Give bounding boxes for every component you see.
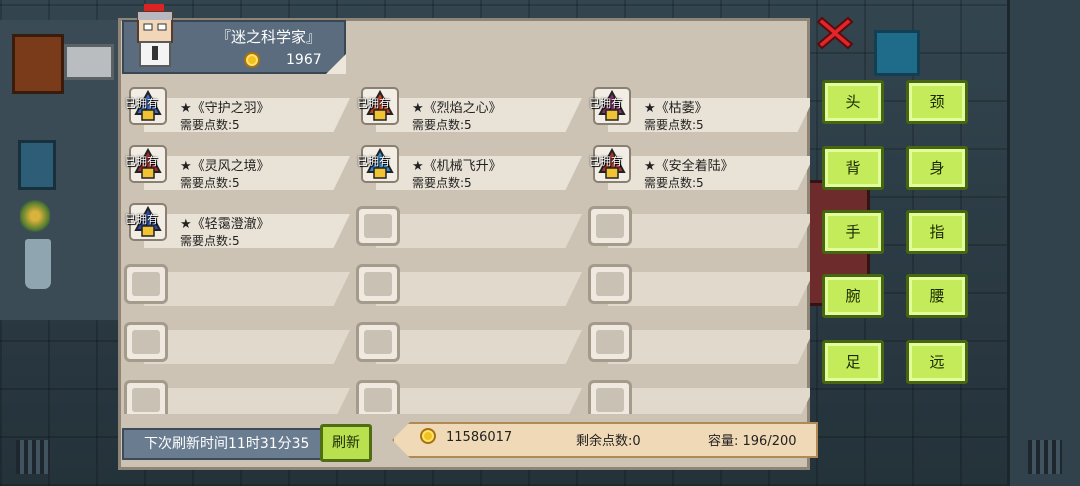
empty-slot-background — [608, 272, 810, 306]
empty-slot-frame — [588, 322, 632, 362]
part-button-body[interactable]: 身 — [906, 146, 968, 190]
item-cost: 需要点数:5 — [412, 118, 472, 132]
empty-slot-background — [144, 330, 350, 364]
empty-slot — [122, 258, 352, 308]
empty-slot-frame — [356, 380, 400, 414]
item-card-background — [608, 98, 810, 132]
part-button-wrist[interactable]: 腕 — [822, 274, 884, 318]
owned-badge: 已拥有 — [589, 155, 622, 168]
empty-slot-frame — [124, 380, 168, 414]
empty-slot-frame — [124, 322, 168, 362]
empty-slot-frame — [356, 206, 400, 246]
item-cost: 需要点数:5 — [180, 234, 240, 248]
owned-badge: 已拥有 — [125, 155, 158, 168]
item-card[interactable]: 已拥有 ★《安全着陆》 需要点数:5 — [586, 142, 810, 192]
empty-slot-frame — [588, 264, 632, 304]
empty-slot-frame — [588, 380, 632, 414]
item-card[interactable]: 已拥有 ★《灵风之境》 需要点数:5 — [122, 142, 352, 192]
owned-badge: 已拥有 — [357, 97, 390, 110]
empty-slot — [354, 258, 584, 308]
item-cost: 需要点数:5 — [180, 176, 240, 190]
item-name: ★《枯萎》 — [644, 101, 708, 116]
item-card[interactable]: 已拥有 ★《机械飞升》 需要点数:5 — [354, 142, 584, 192]
owned-badge: 已拥有 — [357, 155, 390, 168]
close-icon[interactable] — [816, 14, 854, 52]
capacity: 容量: 196/200 — [708, 434, 797, 449]
item-card[interactable]: 已拥有 ★《轻霭澄澈》 需要点数:5 — [122, 200, 352, 250]
empty-slot — [354, 374, 584, 414]
empty-slot-frame — [356, 322, 400, 362]
item-name: ★《灵风之境》 — [180, 159, 270, 174]
player-gold: 11586017 — [446, 430, 513, 445]
empty-slot-background — [376, 388, 582, 414]
scientist-avatar-icon — [137, 4, 173, 67]
empty-slot — [586, 200, 810, 250]
item-card[interactable]: 已拥有 ★《枯萎》需要点数:5 — [586, 84, 810, 134]
empty-slot-background — [608, 388, 810, 414]
item-grid: 已拥有 ★《守护之羽》 需要点数:5 已拥有 ★《烈焰之心》 需要点数:5 已拥有 ★《枯萎》… — [122, 84, 810, 414]
owned-badge: 已拥有 — [125, 213, 158, 226]
owned-badge: 已拥有 — [589, 97, 622, 110]
empty-slot — [586, 258, 810, 308]
empty-slot — [586, 374, 810, 414]
part-button-back[interactable]: 背 — [822, 146, 884, 190]
part-button-head[interactable]: 头 — [822, 80, 884, 124]
empty-slot — [354, 200, 584, 250]
empty-slot-background — [144, 272, 350, 306]
empty-slot-background — [144, 388, 350, 414]
part-button-foot[interactable]: 足 — [822, 340, 884, 384]
refresh-button[interactable]: 刷新 — [320, 424, 372, 462]
player-gold-coin-icon — [420, 428, 436, 444]
empty-slot-frame — [588, 206, 632, 246]
empty-slot — [122, 374, 352, 414]
part-button-waist[interactable]: 腰 — [906, 274, 968, 318]
item-name: ★《轻霭澄澈》 — [180, 217, 270, 232]
remaining-points: 剩余点数:0 — [576, 434, 641, 449]
item-cost: 需要点数:5 — [644, 118, 704, 132]
item-name: ★《机械飞升》 — [412, 159, 502, 174]
empty-slot-background — [376, 214, 582, 248]
empty-slot-frame — [356, 264, 400, 304]
refresh-timer: 下次刷新时间11时31分35 — [122, 428, 322, 460]
header-corner — [326, 54, 346, 74]
part-button-ranged[interactable]: 远 — [906, 340, 968, 384]
merchant-title: 『迷之科学家』 — [216, 28, 322, 46]
empty-slot-background — [376, 272, 582, 306]
empty-slot — [586, 316, 810, 366]
item-cost: 需要点数:5 — [644, 176, 704, 190]
item-cost: 需要点数:5 — [412, 176, 472, 190]
merchant-gold: 1967 — [286, 52, 322, 68]
item-card[interactable]: 已拥有 ★《守护之羽》 需要点数:5 — [122, 84, 352, 134]
owned-badge: 已拥有 — [125, 97, 158, 110]
empty-slot — [354, 316, 584, 366]
gold-coin-icon — [244, 52, 260, 68]
empty-slot-background — [608, 330, 810, 364]
empty-slot-frame — [124, 264, 168, 304]
item-cost: 需要点数:5 — [180, 118, 240, 132]
item-name: ★《守护之羽》 — [180, 101, 270, 116]
item-name: ★《安全着陆》 — [644, 159, 734, 174]
empty-slot-background — [608, 214, 810, 248]
empty-slot — [122, 316, 352, 366]
empty-slot-background — [376, 330, 582, 364]
item-card[interactable]: 已拥有 ★《烈焰之心》 需要点数:5 — [354, 84, 584, 134]
part-button-finger[interactable]: 指 — [906, 210, 968, 254]
item-name: ★《烈焰之心》 — [412, 101, 502, 116]
part-button-neck[interactable]: 颈 — [906, 80, 968, 124]
part-button-hand[interactable]: 手 — [822, 210, 884, 254]
